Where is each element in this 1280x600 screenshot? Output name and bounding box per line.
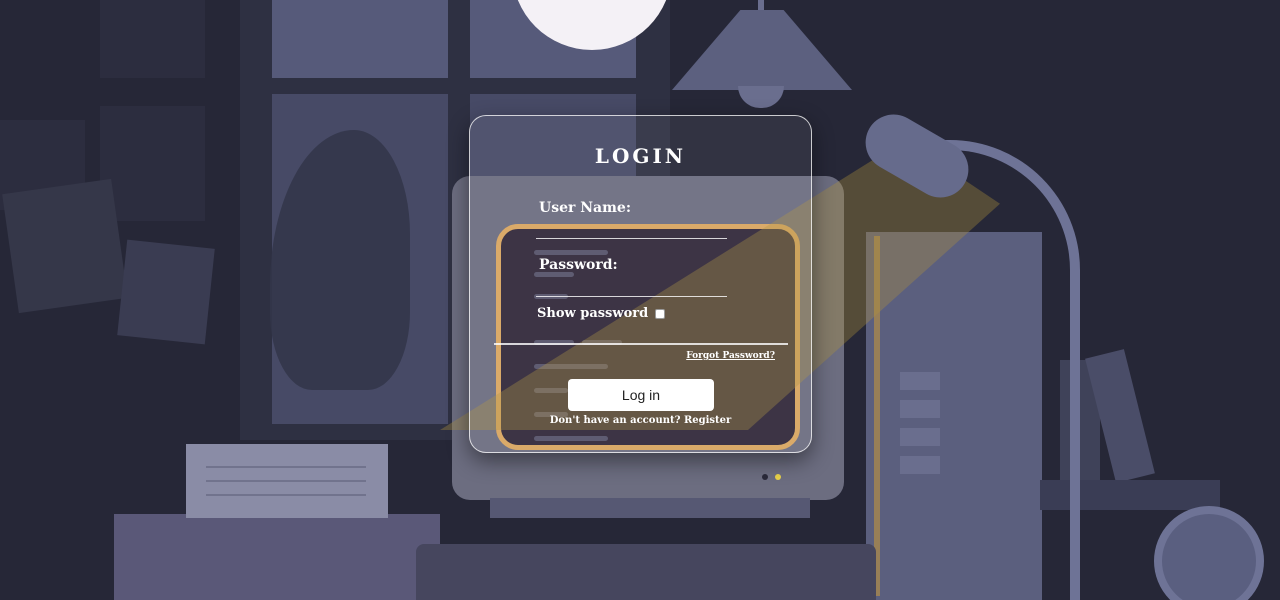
register-link[interactable]: Register [684,415,731,426]
monitor-led [762,474,768,480]
wall-frame [100,0,205,78]
password-input[interactable] [536,271,727,297]
register-prompt-row: Don't have an account? Register [470,415,811,426]
login-button[interactable]: Log in [568,379,714,411]
paper-line [206,480,366,482]
printer [114,514,440,600]
login-title: LOGIN [594,144,687,168]
divider [494,343,788,345]
register-prompt: Don't have an account? [549,415,681,426]
monitor-base [490,498,810,518]
username-input[interactable] [536,213,727,239]
show-password-label: Show password [537,306,649,321]
sticky-note [2,178,128,314]
clock-icon [1154,506,1264,600]
login-card: LOGIN User Name: Password: Show password… [469,115,812,453]
sticky-note [117,239,215,345]
paper-line [206,466,366,468]
show-password-checkbox[interactable] [655,308,666,319]
show-password-row: Show password [537,306,666,321]
desk-lamp-arm [930,140,1080,600]
ceiling-lamp [672,10,852,90]
wall-frame [100,106,205,221]
window-pane [272,0,448,78]
monitor-led [775,474,781,480]
forgot-password-link[interactable]: Forgot Password? [686,351,775,361]
ceiling-lamp-bulb [738,86,784,108]
keyboard [416,544,876,600]
paper-line [206,494,366,496]
